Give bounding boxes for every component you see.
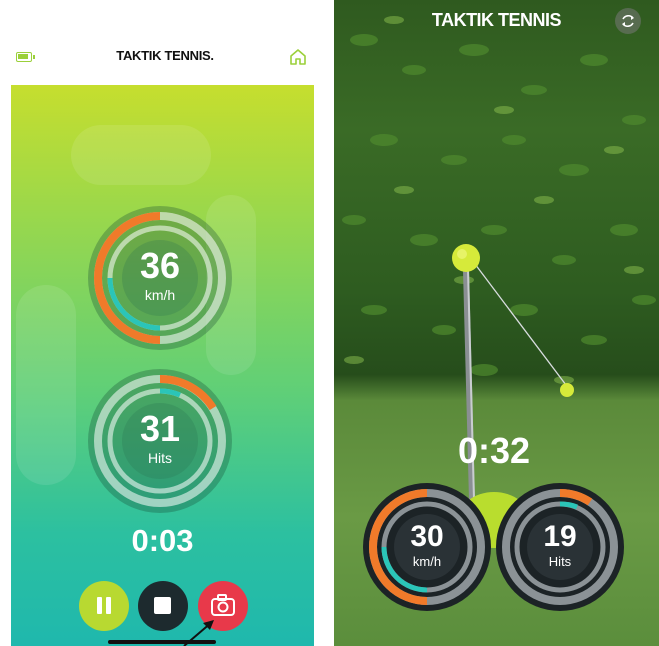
pause-icon xyxy=(97,597,102,614)
overlay-hits-unit: Hits xyxy=(548,554,572,569)
overlay-speed-unit: km/h xyxy=(412,554,442,569)
session-screen: 36 km/h 31 Hits 0:03 xyxy=(11,85,314,646)
pause-icon-bar xyxy=(106,597,111,614)
speed-value: 36 xyxy=(139,245,181,286)
background-trees xyxy=(71,125,211,185)
battery-icon xyxy=(16,52,35,62)
pause-button[interactable] xyxy=(79,581,129,631)
overlay-hits-gauge: 19 Hits xyxy=(495,482,625,612)
hits-gauge: 31 Hits xyxy=(85,366,235,516)
pointer-arrow-icon xyxy=(183,620,214,646)
switch-camera-button[interactable] xyxy=(615,8,641,34)
switch-camera-icon xyxy=(622,14,634,28)
app-title: TAKTIK TENNIS. xyxy=(116,48,214,63)
overlay-speed-value: 30 xyxy=(410,520,444,553)
status-bar: TAKTIK TENNIS. xyxy=(0,0,330,85)
overlay-hits-value: 19 xyxy=(543,520,577,553)
speed-unit: km/h xyxy=(144,287,176,303)
speed-gauge: 36 km/h xyxy=(85,203,235,353)
background-player-figure xyxy=(16,285,76,485)
overlay-speed-gauge: 30 km/h xyxy=(362,482,492,612)
overlay-timer: 0:32 xyxy=(457,430,531,471)
hits-unit: Hits xyxy=(147,450,173,466)
session-timer: 0:03 xyxy=(131,523,194,558)
ar-camera-view: TAKTIK TENNIS 0:32 30 km/h 19 Hits xyxy=(334,0,659,646)
home-icon[interactable] xyxy=(289,48,307,66)
hits-value: 31 xyxy=(139,408,181,449)
overlay-title: TAKTIK TENNIS xyxy=(431,10,562,30)
stop-icon xyxy=(154,597,171,614)
